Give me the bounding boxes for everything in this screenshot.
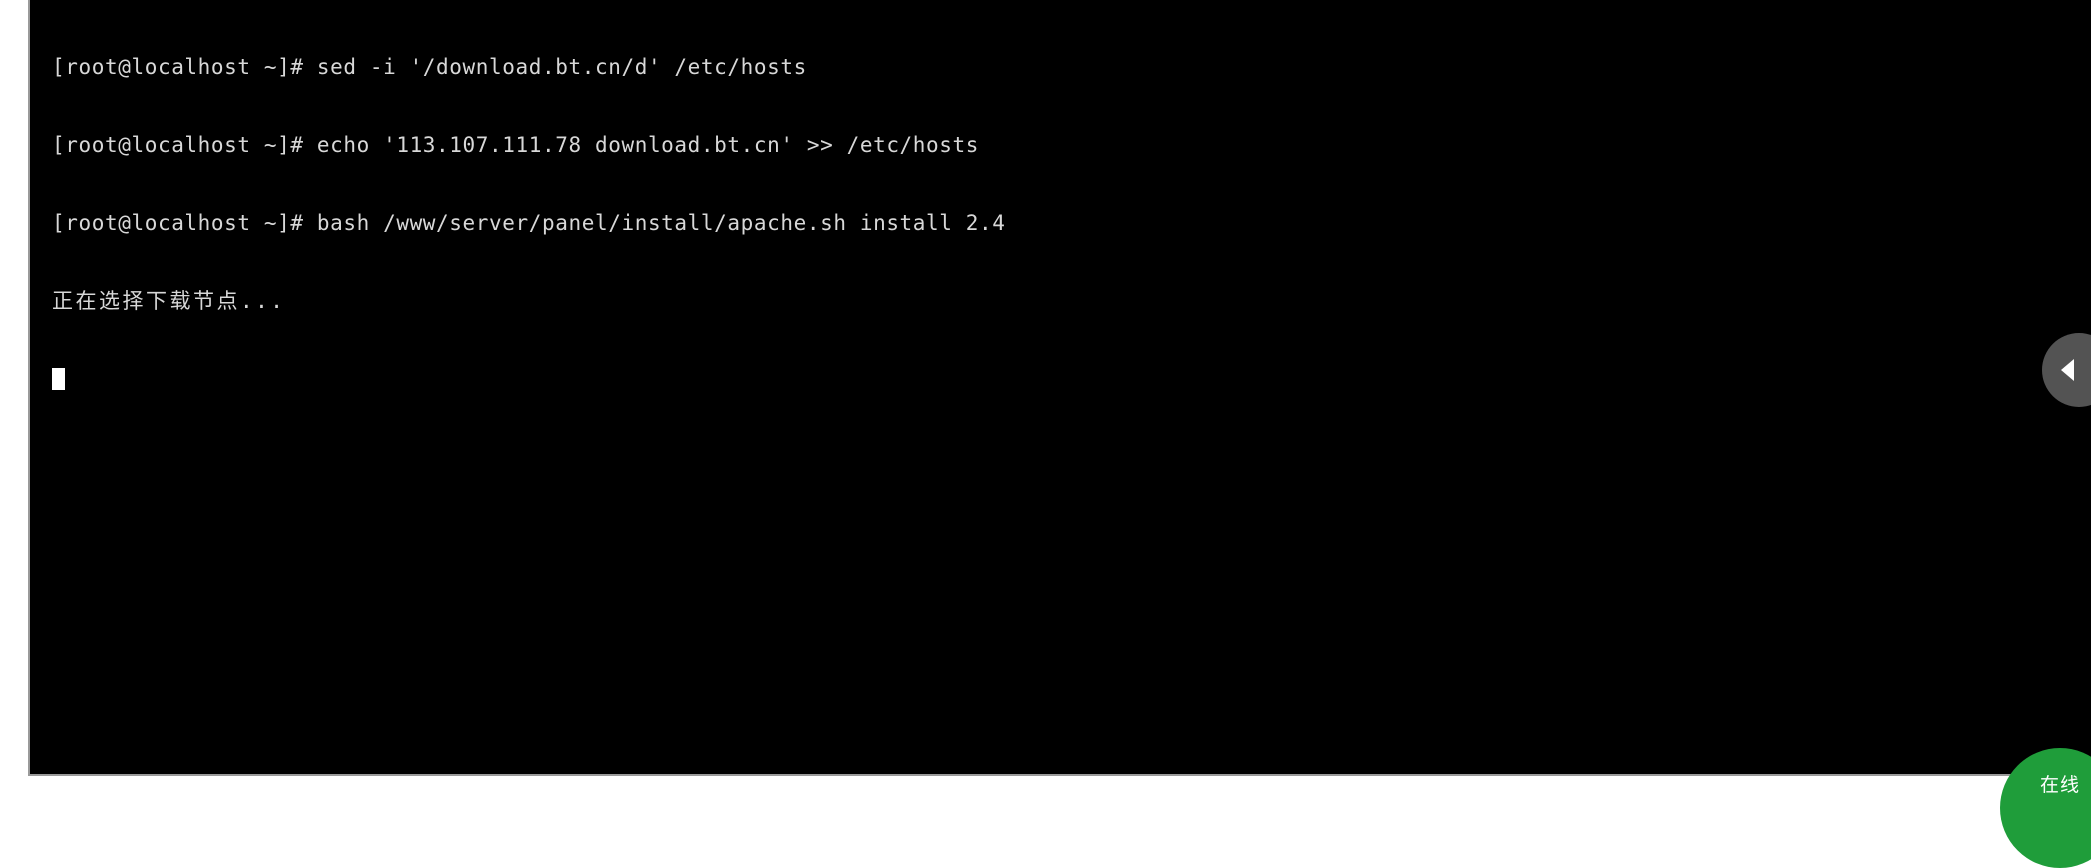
terminal-line: [root@localhost ~]# bash /www/server/pan… xyxy=(52,211,1006,235)
terminal-output: [root@localhost ~]# sed -i '/download.bt… xyxy=(52,2,2091,444)
block-cursor xyxy=(52,368,65,390)
terminal-line: [root@localhost ~]# echo '113.107.111.78… xyxy=(52,133,980,157)
terminal-line: 正在选择下载节点... xyxy=(52,289,286,313)
screen-root: [root@localhost ~]# sed -i '/download.bt… xyxy=(0,0,2091,868)
terminal-console[interactable]: [root@localhost ~]# sed -i '/download.bt… xyxy=(28,0,2091,776)
online-support-label: 在线 xyxy=(2039,774,2080,796)
terminal-line: [root@localhost ~]# sed -i '/download.bt… xyxy=(52,55,807,79)
terminal-cursor-line xyxy=(52,366,2091,392)
chevron-left-icon xyxy=(2060,359,2074,381)
